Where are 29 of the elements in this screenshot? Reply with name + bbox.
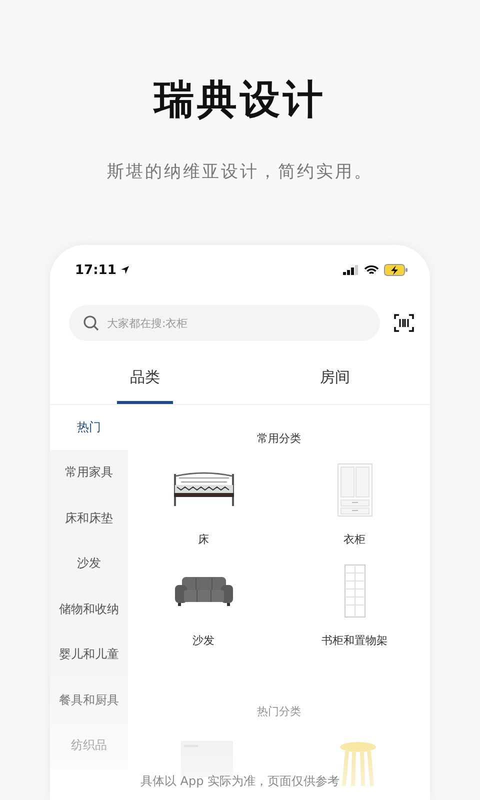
category-label: 书柜和置物架: [322, 633, 388, 648]
category-label: 沙发: [192, 633, 214, 648]
status-time: 17:11: [75, 262, 116, 278]
subtitle: 斯堪的纳维亚设计，简约实用。: [107, 161, 373, 184]
signal-icon: [343, 265, 359, 275]
category-tab[interactable]: 品类: [50, 341, 240, 404]
table-drawing: [181, 741, 233, 777]
wifi-icon: [364, 264, 379, 276]
sofa-drawing: [174, 575, 234, 607]
sidebar-item[interactable]: 沙发: [50, 541, 128, 586]
sidebar-item[interactable]: 婴儿和儿童: [50, 632, 128, 678]
wardrobe-drawing: [336, 463, 372, 517]
sidebar-item[interactable]: 餐具和厨具: [50, 678, 128, 723]
search-field[interactable]: 大家都在搜:衣柜: [69, 305, 380, 341]
sidebar-item[interactable]: 储物和收纳: [50, 586, 128, 632]
sidebar-item[interactable]: 常用家具: [50, 450, 128, 496]
battery-charging-icon: [384, 264, 408, 276]
sidebar-item[interactable]: 床和床垫: [50, 496, 128, 541]
category-label: 床: [198, 532, 209, 547]
category-label: 衣柜: [344, 532, 366, 547]
disclaimer-text: 具体以 App 实际为准，页面仅供参考: [139, 773, 341, 790]
bookshelf-drawing: [344, 564, 366, 618]
scan-icon[interactable]: [394, 314, 414, 332]
section-title: 热门分类: [257, 704, 301, 719]
headline: 瑞典设计: [154, 76, 326, 125]
category-tab[interactable]: 房间: [240, 341, 430, 404]
location-arrow-icon: [120, 265, 130, 275]
stool-drawing: [339, 741, 377, 787]
section-title: 常用分类: [257, 431, 301, 446]
